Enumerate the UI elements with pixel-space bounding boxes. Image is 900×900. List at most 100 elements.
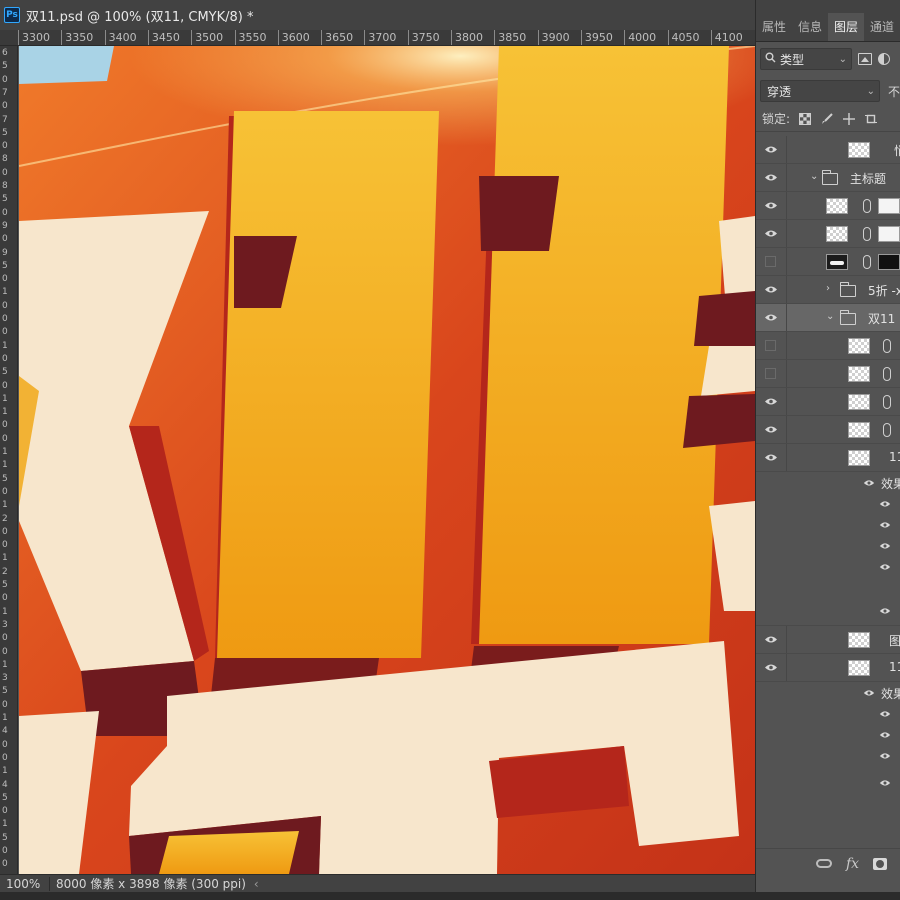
tab-info[interactable]: 信息: [792, 13, 828, 41]
eye-icon[interactable]: [764, 145, 778, 155]
effect-item-row[interactable]: [756, 493, 900, 514]
layer-name: 图: [889, 634, 900, 648]
chevron-down-icon[interactable]: ⌄: [826, 311, 834, 322]
effect-item-row[interactable]: [756, 745, 900, 766]
eye-icon[interactable]: [862, 478, 876, 488]
eye-icon[interactable]: [764, 425, 778, 435]
effects-row[interactable]: 效果: [756, 682, 900, 703]
lock-paint-icon[interactable]: [820, 112, 834, 126]
effect-item-row[interactable]: [756, 556, 900, 596]
effect-item-row[interactable]: [756, 766, 900, 806]
zoom-level[interactable]: 100%: [0, 876, 50, 891]
lock-transparent-icon[interactable]: [798, 112, 812, 126]
eye-icon[interactable]: [878, 730, 892, 740]
visibility-toggle-off[interactable]: [765, 340, 776, 351]
layer-row[interactable]: [756, 192, 900, 220]
layer-row[interactable]: 悄: [756, 136, 900, 164]
chain-link-icon[interactable]: [863, 255, 871, 269]
eye-icon[interactable]: [878, 709, 892, 719]
eye-icon[interactable]: [764, 635, 778, 645]
eye-icon[interactable]: [862, 688, 876, 698]
ruler-tick-label: 3650: [321, 30, 353, 45]
chevron-right-icon[interactable]: ›: [826, 283, 830, 294]
ruler-digit: 3: [2, 673, 8, 684]
document-tab-bar: Ps 双11.psd @ 100% (双11, CMYK/8) *: [0, 0, 755, 30]
layer-kind-filter[interactable]: 类型 ⌄: [760, 48, 852, 70]
eye-icon[interactable]: [878, 520, 892, 530]
layer-group-row-selected[interactable]: ⌄ 双11: [756, 304, 900, 332]
chain-link-icon[interactable]: [883, 367, 891, 381]
visibility-toggle-off[interactable]: [765, 256, 776, 267]
ruler-tick-label: 3450: [147, 30, 180, 45]
layer-row[interactable]: 图: [756, 626, 900, 654]
eye-icon[interactable]: [878, 606, 892, 616]
layer-name: 11: [889, 450, 900, 464]
visibility-toggle-off[interactable]: [765, 368, 776, 379]
effect-item-row[interactable]: [756, 724, 900, 745]
document-size-info[interactable]: 8000 像素 x 3898 像素 (300 ppi): [50, 875, 246, 892]
eye-icon[interactable]: [764, 201, 778, 211]
layer-thumbnail: [848, 394, 870, 410]
tab-layers[interactable]: 图层: [828, 13, 865, 41]
effects-row[interactable]: 效果: [756, 472, 900, 493]
document-tab[interactable]: Ps 双11.psd @ 100% (双11, CMYK/8) *: [0, 0, 755, 30]
eye-icon[interactable]: [764, 313, 778, 323]
folder-icon: [839, 282, 856, 297]
layer-thumbnail: [826, 254, 848, 270]
smart-object-layer-row[interactable]: 11: [756, 444, 900, 472]
eye-icon[interactable]: [878, 499, 892, 509]
tab-properties[interactable]: 属性: [756, 13, 792, 41]
eye-icon[interactable]: [764, 173, 778, 183]
layer-row[interactable]: [756, 332, 900, 360]
eye-icon[interactable]: [878, 751, 892, 761]
layer-row[interactable]: [756, 248, 900, 276]
document-canvas[interactable]: [19, 46, 755, 874]
layer-group-row[interactable]: ⌄ 主标题: [756, 164, 900, 192]
eye-icon[interactable]: [878, 541, 892, 551]
opacity-label: 不: [887, 84, 900, 99]
vertical-ruler[interactable]: 6507075080850909501000105011001150120012…: [0, 46, 18, 874]
effect-item-row[interactable]: [756, 535, 900, 556]
smart-object-layer-row[interactable]: 11: [756, 654, 900, 682]
layer-group-row[interactable]: › 5折 -xi: [756, 276, 900, 304]
layer-row[interactable]: [756, 388, 900, 416]
eye-icon[interactable]: [764, 229, 778, 239]
lock-artboard-icon[interactable]: [864, 112, 878, 126]
eye-icon[interactable]: [764, 397, 778, 407]
layer-mask-thumbnail[interactable]: [878, 226, 900, 242]
chevron-down-icon[interactable]: ⌄: [810, 171, 818, 182]
adjustment-layer-filter-icon[interactable]: [878, 53, 890, 65]
lock-position-icon[interactable]: [842, 112, 856, 126]
status-bar: 100% 8000 像素 x 3898 像素 (300 ppi) ‹: [0, 874, 755, 892]
chain-link-icon[interactable]: [883, 395, 891, 409]
eye-icon[interactable]: [878, 778, 892, 788]
layer-row[interactable]: [756, 416, 900, 444]
layer-row[interactable]: [756, 360, 900, 388]
eye-icon[interactable]: [764, 663, 778, 673]
tab-channels[interactable]: 通道: [864, 13, 900, 41]
link-layers-icon[interactable]: [816, 859, 832, 868]
effect-item-row[interactable]: [756, 703, 900, 724]
chain-link-icon[interactable]: [863, 227, 871, 241]
blend-mode-select[interactable]: 穿透 ⌄: [760, 80, 880, 102]
ruler-digit: 0: [2, 167, 8, 178]
layer-row[interactable]: [756, 220, 900, 248]
ruler-tick-label: 3300: [18, 30, 50, 45]
layer-mask-thumbnail[interactable]: [878, 254, 900, 270]
eye-icon[interactable]: [878, 562, 892, 572]
add-mask-icon[interactable]: [873, 857, 888, 870]
horizontal-ruler[interactable]: 3300 3350 3400 3450 3500 3550 3600 3650 3700 3750…: [0, 30, 755, 46]
status-menu-chevron-icon[interactable]: ‹: [254, 877, 259, 891]
pixel-layer-filter-icon[interactable]: [858, 53, 872, 65]
eye-icon[interactable]: [764, 285, 778, 295]
chain-link-icon[interactable]: [883, 339, 891, 353]
layer-mask-thumbnail[interactable]: [878, 198, 900, 214]
effect-item-row[interactable]: [756, 596, 900, 626]
effect-item-row[interactable]: [756, 514, 900, 535]
chain-link-icon[interactable]: [863, 199, 871, 213]
fx-icon[interactable]: fx: [846, 856, 859, 872]
layers-list[interactable]: 悄 ⌄ 主标题: [756, 136, 900, 848]
chain-link-icon[interactable]: [883, 423, 891, 437]
eye-icon[interactable]: [764, 453, 778, 463]
ruler-digit: 0: [2, 141, 8, 152]
